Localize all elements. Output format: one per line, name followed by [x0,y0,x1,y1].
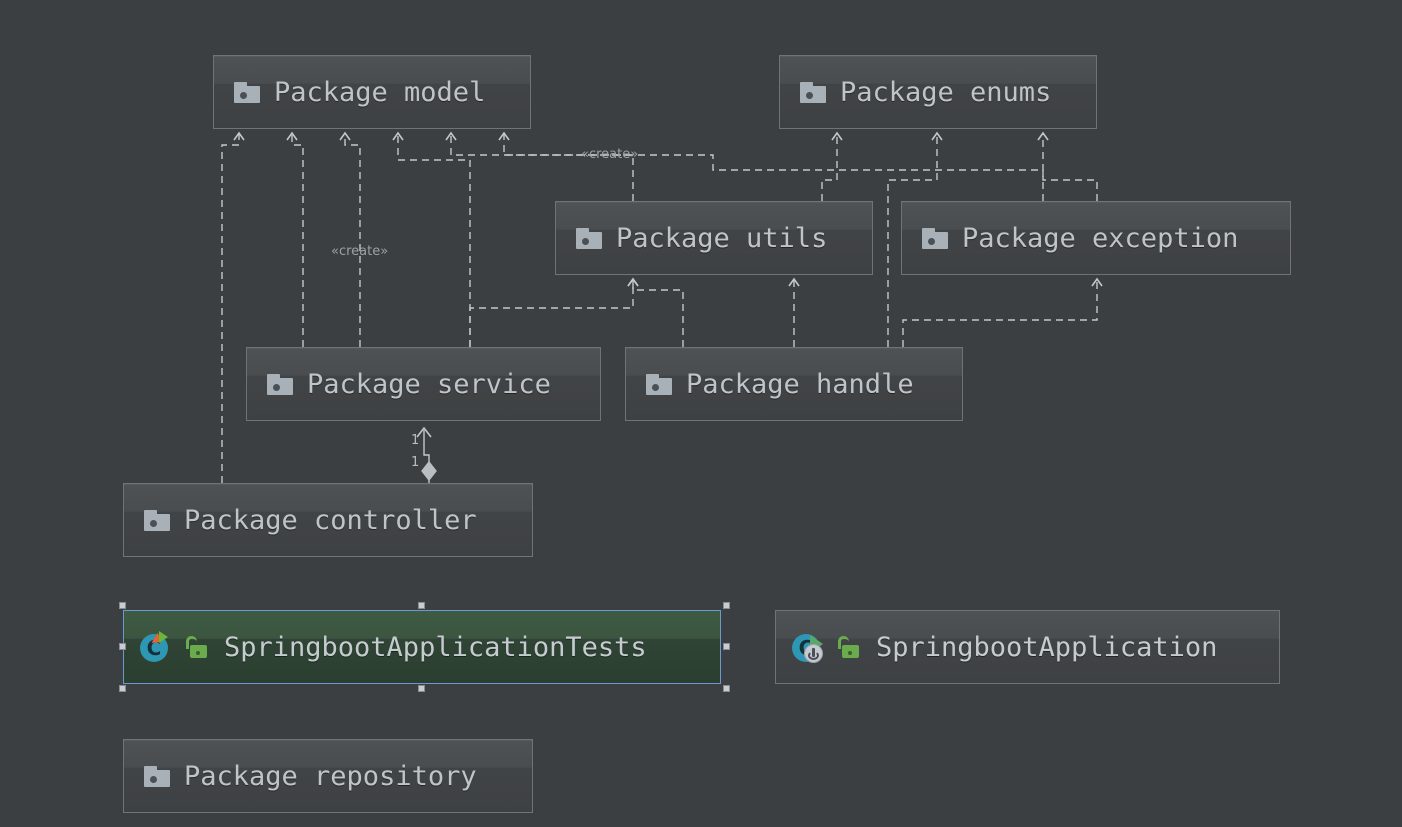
package-folder-icon [144,509,170,531]
selection-handle-bottom-right[interactable] [723,685,730,692]
edge-service-model-create [339,131,361,347]
class-node-springboot-application-tests[interactable]: C SpringbootApplicationTests [123,610,721,684]
package-node-label: Package service [307,368,551,400]
package-node-label: Package model [274,76,486,108]
class-node-springboot-application[interactable]: C SpringbootApplication [775,610,1280,684]
package-node-label: Package exception [962,222,1239,254]
package-node-repository[interactable]: Package repository [123,739,533,813]
package-node-controller[interactable]: Package controller [123,483,533,557]
package-node-label: Package enums [840,76,1052,108]
edge-utils-enums [821,131,843,201]
test-class-icon: C [140,631,178,663]
edge-controller-service-composition [416,426,437,483]
package-folder-icon [144,765,170,787]
package-node-label: Package controller [184,504,477,536]
edge-label-create-utils-model: «create» [581,147,639,162]
selection-handle-top-left[interactable] [119,602,126,609]
package-folder-icon [267,373,293,395]
package-node-model[interactable]: Package model [213,55,531,129]
edge-utils-model-create [445,131,634,201]
edge-label-create-service-model: «create» [331,244,389,259]
edge-service-utils [469,277,639,347]
edge-controller-model [221,131,245,483]
uml-diagram-canvas[interactable]: Package model Package enums Package util… [0,0,1402,827]
unlocked-public-icon [838,634,862,660]
package-folder-icon [800,81,826,103]
package-folder-icon [576,227,602,249]
package-folder-icon [922,227,948,249]
spring-run-class-icon: C [792,631,830,663]
edge-service-model-a [286,131,304,347]
edge-exception-model [498,131,1044,201]
package-node-exception[interactable]: Package exception [901,201,1291,275]
class-node-label: SpringbootApplicationTests [224,631,647,663]
package-node-label: Package handle [686,368,914,400]
package-node-service[interactable]: Package service [246,347,601,421]
package-node-enums[interactable]: Package enums [779,55,1097,129]
package-folder-icon [646,373,672,395]
selection-handle-middle-left[interactable] [119,643,126,650]
multiplicity-label-source: 1 [411,455,420,470]
selection-handle-top-right[interactable] [723,602,730,609]
selection-handle-bottom-center[interactable] [418,685,425,692]
edge-handle-utils-b [627,277,684,347]
class-node-label: SpringbootApplication [876,631,1218,663]
unlocked-public-icon [186,634,210,660]
edge-service-model-b [392,131,471,347]
package-node-label: Package repository [184,760,477,792]
selection-handle-top-center[interactable] [418,602,425,609]
multiplicity-label-target: 1 [411,433,420,448]
edge-exception-enums [1037,131,1098,201]
package-node-handle[interactable]: Package handle [625,347,963,421]
selection-handle-middle-right[interactable] [723,643,730,650]
edge-handle-exception [902,277,1103,347]
package-node-utils[interactable]: Package utils [555,201,873,275]
package-node-label: Package utils [616,222,828,254]
selection-handle-bottom-left[interactable] [119,685,126,692]
package-folder-icon [234,81,260,103]
